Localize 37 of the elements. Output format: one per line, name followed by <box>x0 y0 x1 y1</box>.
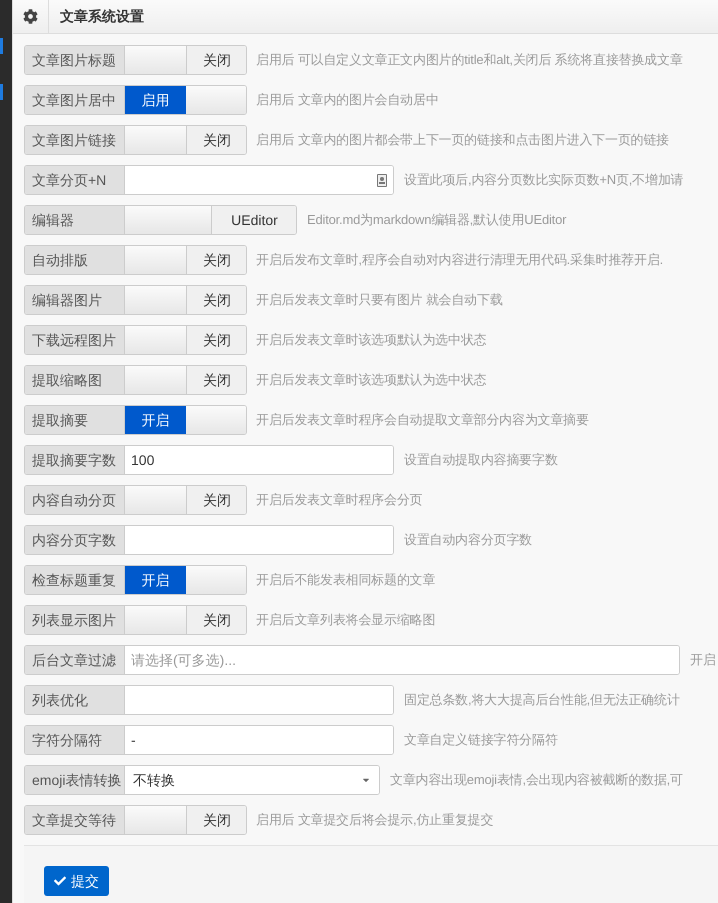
field-hint: 开启 <box>690 651 716 670</box>
submit-button[interactable]: 提交 <box>44 866 109 896</box>
field-label: 提取摘要 <box>25 406 125 434</box>
field-label: 自动排版 <box>25 246 125 274</box>
field-hint: 设置自动内容分页字数 <box>404 531 532 550</box>
field-hint: 文章自定义链接字符分隔符 <box>404 731 558 750</box>
field-hint: 开启后发表文章时该选项默认为选中状态 <box>256 371 486 390</box>
field-label: 提取缩略图 <box>25 366 125 394</box>
settings-icon <box>23 9 38 24</box>
field-label: 文章图片居中 <box>25 86 125 114</box>
field-hint: 开启后发布文章时,程序会自动对内容进行清理无用代码.采集时推荐开启. <box>256 251 664 270</box>
field-hint: 启用后 文章内的图片都会带上下一页的链接和点击图片进入下一页的链接 <box>256 131 670 150</box>
field-hint: 启用后 文章提交后将会提示,仿止重复提交 <box>256 811 494 830</box>
field-hint: 设置自动提取内容摘要字数 <box>404 451 558 470</box>
field-hint: 开启后不能发表相同标题的文章 <box>256 571 436 590</box>
field-label: 文章图片标题 <box>25 46 125 74</box>
field-hint: 开启后发表文章时程序会自动提取文章部分内容为文章摘要 <box>256 411 589 430</box>
panel-title: 文章系统设置 <box>60 7 144 26</box>
field-hint: 开启后发表文章时该选项默认为选中状态 <box>256 331 486 350</box>
field-label: 文章提交等待 <box>25 806 125 834</box>
field-label: 编辑器图片 <box>25 286 125 314</box>
field-hint: 文章内容出现emoji表情,会出现内容被截断的数据,可 <box>390 771 683 790</box>
check-icon <box>54 875 66 887</box>
field-hint: 开启后发表文章时只要有图片 就会自动下载 <box>256 291 503 310</box>
field-label: 文章图片链接 <box>25 126 125 154</box>
field-hint: 启用后 文章内的图片会自动居中 <box>256 91 439 110</box>
field-hint: 设置此项后,内容分页数比实际页数+N页,不增加请 <box>404 171 684 190</box>
field-hint: 固定总条数,将大大提高后台性能,但无法正确统计 <box>404 691 680 710</box>
field-hint: 开启后发表文章时程序会分页 <box>256 491 422 510</box>
field-hint: 开启后文章列表将会显示缩略图 <box>256 611 436 630</box>
field-label: 内容自动分页 <box>25 486 125 514</box>
field-label: 下载远程图片 <box>25 326 125 354</box>
field-label: 检查标题重复 <box>25 566 125 594</box>
field-label: 编辑器 <box>25 206 125 234</box>
field-hint: 启用后 可以自定义文章正文内图片的title和alt,关闭后 系统将直接替换成文章 <box>256 51 683 70</box>
field-label: 列表显示图片 <box>25 606 125 634</box>
field-hint: Editor.md为markdown编辑器,默认使用UEditor <box>307 211 566 230</box>
